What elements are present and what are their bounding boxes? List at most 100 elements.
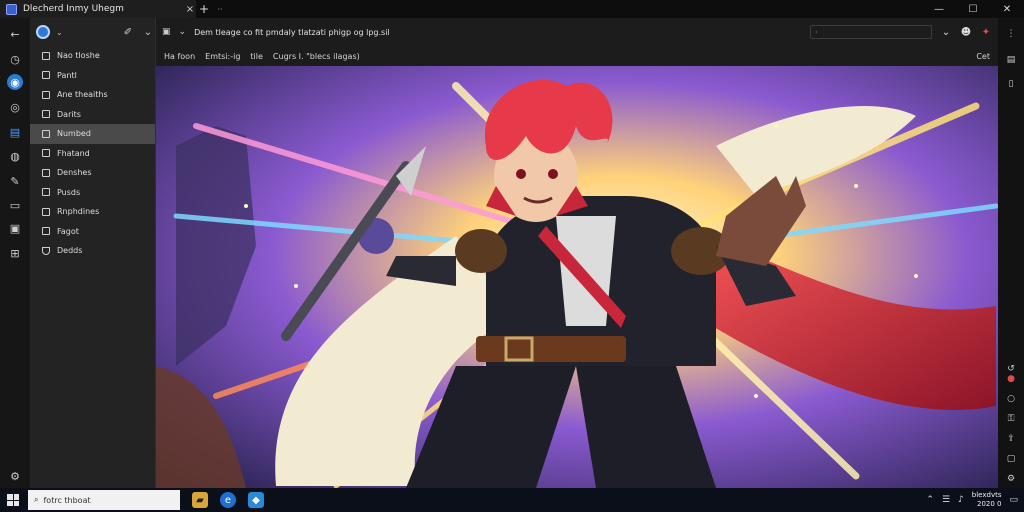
sidebar-list: Nao tloshe Pantl Ane theaiths Darits Num… <box>30 46 155 261</box>
back-icon[interactable]: ← <box>7 26 23 42</box>
clipboard-icon[interactable]: ▤ <box>7 124 23 140</box>
notification-icon[interactable]: ● <box>1005 373 1017 385</box>
store-icon[interactable]: ◆ <box>248 492 264 508</box>
sidebar-item-selected[interactable]: Numbed <box>30 124 155 144</box>
system-tray: ⌃ ☰ ♪ blexdvts 2020 0 ▭ <box>926 491 1024 509</box>
anime-artwork <box>156 66 998 488</box>
page-icon <box>42 149 50 158</box>
lock-icon[interactable]: ⚿ <box>1005 413 1017 425</box>
address-bar: ▣ ⌄ Dem tleage co fit pmdaly tlatzati ph… <box>156 18 998 46</box>
sidebar-item-label: Pusds <box>57 187 81 197</box>
sidebar-item-label: Numbed <box>57 129 91 139</box>
globe-icon[interactable]: ◉ <box>7 74 23 90</box>
clock-icon[interactable]: ◷ <box>7 51 23 67</box>
menu-icon[interactable]: ⋮ <box>1005 28 1017 40</box>
sidebar-item-label: Pantl <box>57 70 77 80</box>
taskbar-apps: ▰ e ◆ <box>192 492 264 508</box>
chevron-icon[interactable]: ⌄ <box>179 27 187 37</box>
page-icon <box>42 188 50 197</box>
new-tab-button[interactable]: + <box>196 2 212 16</box>
tab-menu-button[interactable]: ·· <box>212 5 228 14</box>
chevron-down-icon[interactable]: ⌄ <box>56 28 63 37</box>
apps-icon[interactable]: ⊞ <box>7 245 23 261</box>
sidebar-item-label: Fagot <box>57 226 79 236</box>
page-icon <box>42 110 50 119</box>
search-icon: ⌕ <box>34 495 39 504</box>
edge-browser-icon[interactable]: e <box>220 492 236 508</box>
account-icon[interactable]: ☻ <box>960 27 972 38</box>
volume-icon[interactable]: ♪ <box>958 495 964 505</box>
sidebar-item-label: Denshes <box>57 168 92 178</box>
share-icon[interactable]: ⇪ <box>1005 433 1017 445</box>
window-controls: — ☐ ✕ <box>922 0 1024 18</box>
crumb-item[interactable]: Emtsi:-ig <box>205 52 240 61</box>
image-viewer[interactable] <box>156 66 998 488</box>
book-icon[interactable]: ▭ <box>7 197 23 213</box>
crumb-item[interactable]: Cugrs I. "blecs ilagas) <box>273 52 360 61</box>
sidebar-item-label: Rnphdines <box>57 207 100 217</box>
more-chevron-icon[interactable]: ⌄ <box>141 27 155 38</box>
edit-icon[interactable]: ✐ <box>121 27 135 38</box>
page-icon <box>42 168 50 177</box>
settings-icon[interactable]: ⚙ <box>7 468 23 484</box>
page-icon <box>42 71 50 80</box>
title-bar: Dlecherd Inmy Uhegm × + ·· — ☐ ✕ <box>0 0 1024 18</box>
bookmark-icon[interactable]: ▯ <box>1005 78 1017 90</box>
chat-icon[interactable]: ▢ <box>1005 453 1017 465</box>
right-icon-rail: ⋮ ▤ ▯ ↺ ● ○ ⚿ ⇪ ▢ ⚙ <box>998 18 1024 488</box>
sidebar-item[interactable]: Dedds <box>30 241 155 261</box>
palette-icon[interactable]: ◍ <box>7 148 23 164</box>
sidebar: ⌄ ✐ ⌄ Nao tloshe Pantl Ane theaiths Dari… <box>30 18 156 488</box>
taskbar-search-input[interactable]: ⌕ fotrc thboat <box>28 490 180 510</box>
file-explorer-icon[interactable]: ▰ <box>192 492 208 508</box>
sidebar-item[interactable]: Nao tloshe <box>30 46 155 66</box>
sidebar-item[interactable]: Pantl <box>30 66 155 86</box>
grid-icon[interactable]: ▤ <box>1005 54 1017 66</box>
page-icon <box>42 51 50 60</box>
notifications-icon[interactable]: ▭ <box>1009 495 1018 505</box>
breadcrumb: Ha foon Emtsi:-ig tile Cugrs I. "blecs i… <box>156 46 998 66</box>
tab-close-icon[interactable]: × <box>184 4 196 15</box>
compass-icon[interactable]: ◎ <box>7 99 23 115</box>
crumb-item[interactable]: tile <box>250 52 263 61</box>
sidebar-item-label: Nao tloshe <box>57 51 100 61</box>
sidebar-item-label: Fhatand <box>57 148 90 158</box>
search-text: · <box>815 27 818 37</box>
tab-title: Dlecherd Inmy Uhegm <box>23 4 124 14</box>
app-icon <box>6 3 17 15</box>
sidebar-item[interactable]: Rnphdines <box>30 202 155 222</box>
shield-icon <box>42 246 50 255</box>
sidebar-item[interactable]: Darits <box>30 105 155 125</box>
left-icon-rail: ← ◷ ◉ ◎ ▤ ◍ ✎ ▭ ▣ ⊞ ⚙ <box>0 18 30 488</box>
url-text[interactable]: Dem tleage co fit pmdaly tlatzati phigp … <box>194 28 390 37</box>
sidebar-item[interactable]: Fagot <box>30 222 155 242</box>
dropdown-icon[interactable]: ⌄ <box>940 27 952 38</box>
circle-icon[interactable]: ○ <box>1005 393 1017 405</box>
network-icon[interactable]: ☰ <box>942 495 950 505</box>
search-input[interactable]: · <box>810 25 932 39</box>
browser-tab[interactable]: Dlecherd Inmy Uhegm × <box>0 0 196 18</box>
chevron-up-icon[interactable]: ⌃ <box>926 495 934 505</box>
minimize-button[interactable]: — <box>922 0 956 18</box>
brush-icon[interactable]: ✎ <box>7 173 23 189</box>
clock[interactable]: blexdvts 2020 0 <box>972 491 1002 509</box>
gear-icon[interactable]: ⚙ <box>1005 473 1017 485</box>
start-button[interactable] <box>0 488 26 512</box>
wallet-icon[interactable]: ▣ <box>7 220 23 236</box>
sidebar-item[interactable]: Denshes <box>30 163 155 183</box>
crumb-right-label[interactable]: Cet <box>976 52 990 61</box>
page-icon <box>42 227 50 236</box>
sidebar-item-label: Ane theaiths <box>57 90 108 100</box>
extension-icon[interactable]: ✦ <box>980 27 992 38</box>
crumb-item[interactable]: Ha foon <box>164 52 195 61</box>
taskbar: ⌕ fotrc thboat ▰ e ◆ ⌃ ☰ ♪ blexdvts 2020… <box>0 488 1024 512</box>
close-button[interactable]: ✕ <box>990 0 1024 18</box>
profile-avatar[interactable] <box>36 25 50 39</box>
maximize-button[interactable]: ☐ <box>956 0 990 18</box>
image-icon[interactable]: ▣ <box>162 27 171 37</box>
sidebar-item[interactable]: Pusds <box>30 183 155 203</box>
page-icon <box>42 207 50 216</box>
sidebar-item[interactable]: Ane theaiths <box>30 85 155 105</box>
sidebar-item[interactable]: Fhatand <box>30 144 155 164</box>
windows-icon <box>7 494 19 506</box>
